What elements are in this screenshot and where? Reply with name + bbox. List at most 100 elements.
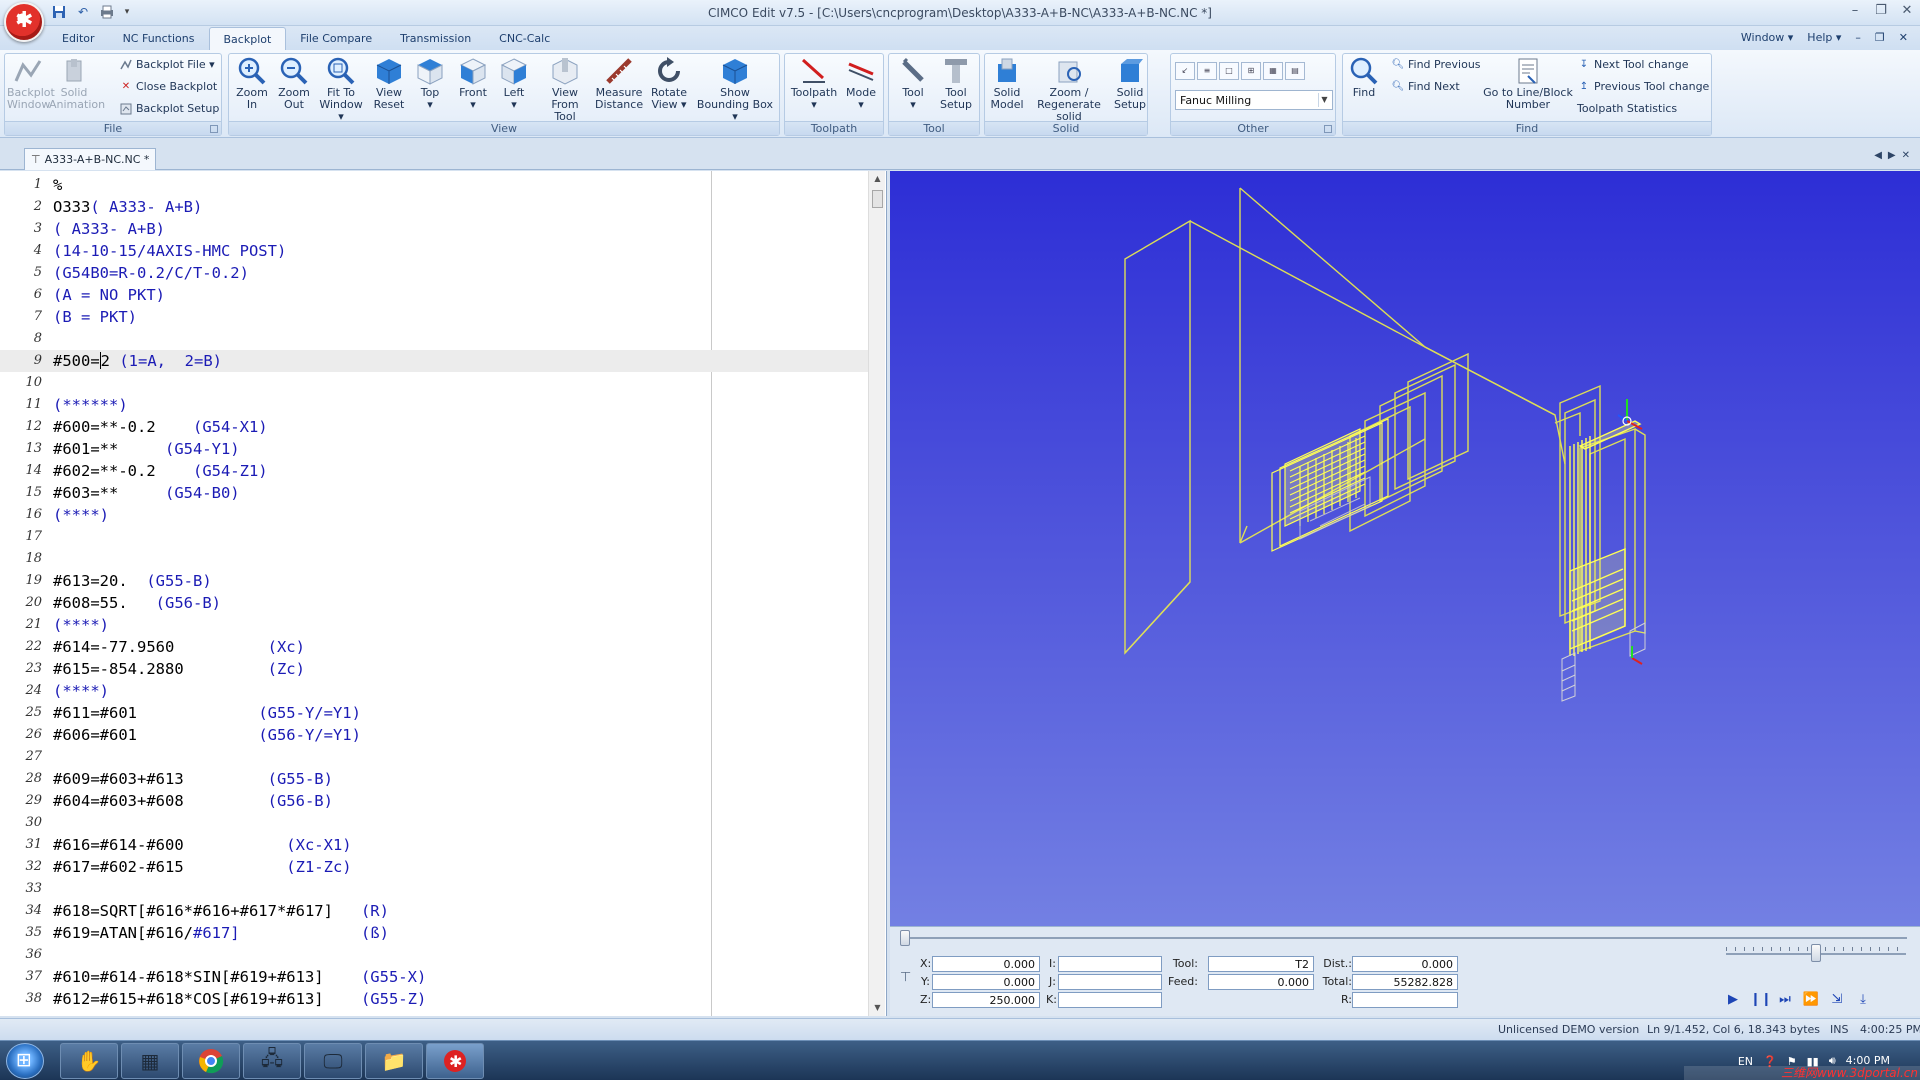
- editor-line[interactable]: 27: [0, 746, 868, 768]
- editor-vertical-scrollbar[interactable]: ▲ ▼: [868, 171, 885, 1016]
- editor-line[interactable]: 34 #618=SQRT[#616*#616+#617*#617] (R): [0, 900, 868, 922]
- zoom-in-button[interactable]: Zoom In: [233, 56, 271, 111]
- pause-icon[interactable]: ❙❙: [1750, 991, 1772, 1009]
- taskbar-network-icon[interactable]: 🖧: [243, 1043, 301, 1079]
- other-group-launcher[interactable]: [1324, 125, 1332, 133]
- taskbar-cimco-icon[interactable]: ✱: [426, 1043, 484, 1079]
- previous-tool-change-button[interactable]: ↥ Previous Tool change: [1577, 80, 1710, 93]
- editor-line[interactable]: 23 #615=-854.2880 (Zc): [0, 658, 868, 680]
- zoom-regenerate-solid-button[interactable]: Zoom / Regenerate solid: [1027, 56, 1111, 123]
- editor-line[interactable]: 28 #609=#603+#613 (G55-B): [0, 768, 868, 790]
- editor-line[interactable]: 14 #602=**-0.2 (G54-Z1): [0, 460, 868, 482]
- measure-distance-button[interactable]: Measure Distance: [595, 56, 643, 111]
- tab-transmission[interactable]: Transmission: [386, 27, 485, 50]
- tool-pin-icon[interactable]: ⊤: [900, 970, 916, 986]
- solid-model-button[interactable]: Solid Model: [989, 56, 1025, 111]
- taskbar-chrome-icon[interactable]: [182, 1043, 240, 1079]
- editor-line[interactable]: 2 O333( A333- A+B): [0, 196, 868, 218]
- editor-line[interactable]: 11 (******): [0, 394, 868, 416]
- editor-line[interactable]: 7 (B = PKT): [0, 306, 868, 328]
- editor-line[interactable]: 35 #619=ATAN[#616/#617] (ß): [0, 922, 868, 944]
- doc-restore-button[interactable]: ❐: [1875, 31, 1885, 44]
- view-from-tool-button[interactable]: View From Tool: [537, 56, 593, 123]
- customize-qat-icon[interactable]: ▾: [122, 4, 132, 20]
- editor-line[interactable]: 38 #612=#615+#618*COS[#619+#613] (G55-Z): [0, 988, 868, 1010]
- tab-cnc-calc[interactable]: CNC-Calc: [485, 27, 564, 50]
- start-button[interactable]: [6, 1043, 44, 1079]
- editor-line[interactable]: 17: [0, 526, 868, 548]
- taskbar-monitor-icon[interactable]: 🖵: [304, 1043, 362, 1079]
- nc-code-editor[interactable]: 1% 2 O333( A333- A+B) 3( A333- A+B) 4 (14-10-…: [0, 171, 887, 1016]
- doc-minimize-button[interactable]: –: [1855, 31, 1861, 44]
- close-backplot-button[interactable]: ✕ Close Backplot: [119, 80, 217, 93]
- toolpath-statistics-button[interactable]: Toolpath Statistics: [1577, 102, 1677, 115]
- step-forward-icon[interactable]: ⏭: [1776, 991, 1794, 1009]
- rotate-view-button[interactable]: Rotate View ▾: [647, 56, 691, 111]
- find-button[interactable]: Find: [1347, 56, 1381, 99]
- tab-nc-functions[interactable]: NC Functions: [109, 27, 209, 50]
- maximize-button[interactable]: ❐: [1874, 3, 1888, 18]
- editor-line[interactable]: 21 (****): [0, 614, 868, 636]
- editor-line[interactable]: 32 #617=#602-#615 (Z1-Zc): [0, 856, 868, 878]
- play-icon[interactable]: ▶: [1724, 991, 1742, 1009]
- scrollbar-thumb[interactable]: [872, 190, 883, 208]
- speed-slider[interactable]: [1811, 944, 1821, 962]
- editor-line[interactable]: 15 #603=** (G54-B0): [0, 482, 868, 504]
- editor-line[interactable]: 22 #614=-77.9560 (Xc): [0, 636, 868, 658]
- editor-line[interactable]: 16 (****): [0, 504, 868, 526]
- step-z-icon[interactable]: ⇲: [1828, 991, 1846, 1009]
- view-reset-button[interactable]: View Reset: [369, 56, 409, 111]
- fit-to-window-button[interactable]: Fit To Window ▾: [315, 56, 367, 123]
- tool-button[interactable]: Tool ▾: [893, 56, 933, 111]
- other-tool-3-icon[interactable]: □: [1219, 62, 1239, 80]
- editor-line[interactable]: 8: [0, 328, 868, 350]
- close-button[interactable]: ✕: [1900, 3, 1914, 18]
- tab-close-icon[interactable]: ✕: [1902, 150, 1910, 161]
- find-previous-button[interactable]: 🔍︎ Find Previous: [1391, 58, 1481, 71]
- zoom-out-button[interactable]: Zoom Out: [275, 56, 313, 111]
- other-tool-4-icon[interactable]: ⊞: [1241, 62, 1261, 80]
- machine-select[interactable]: Fanuc Milling ▼: [1175, 90, 1333, 110]
- editor-line[interactable]: 12 #600=**-0.2 (G54-X1): [0, 416, 868, 438]
- taskbar-folder-icon[interactable]: 📁: [365, 1043, 423, 1079]
- editor-line[interactable]: 1%: [0, 174, 868, 196]
- next-tool-change-button[interactable]: ↧ Next Tool change: [1577, 58, 1689, 71]
- backplot-window-button[interactable]: Backplot Window: [7, 56, 55, 111]
- solid-setup-button[interactable]: Solid Setup: [1113, 56, 1147, 111]
- editor-line[interactable]: 24 (****): [0, 680, 868, 702]
- backplot-viewport[interactable]: [890, 171, 1920, 926]
- tab-file-compare[interactable]: File Compare: [286, 27, 386, 50]
- goto-line-button[interactable]: Go to Line/Block Number: [1483, 56, 1573, 111]
- app-menu-button[interactable]: [4, 2, 44, 42]
- editor-line[interactable]: 31 #616=#614-#600 (Xc-X1): [0, 834, 868, 856]
- save-icon[interactable]: [50, 4, 68, 20]
- other-tool-6-icon[interactable]: ▤: [1285, 62, 1305, 80]
- tool-setup-button[interactable]: Tool Setup: [935, 56, 977, 111]
- other-tool-5-icon[interactable]: ▦: [1263, 62, 1283, 80]
- editor-line[interactable]: 33: [0, 878, 868, 900]
- scroll-up-icon[interactable]: ▲: [869, 171, 886, 187]
- editor-line[interactable]: 29 #604=#603+#608 (G56-B): [0, 790, 868, 812]
- view-front-button[interactable]: Front ▾: [453, 56, 493, 111]
- editor-line[interactable]: 30: [0, 812, 868, 834]
- view-top-button[interactable]: Top ▾: [411, 56, 449, 111]
- editor-line[interactable]: 20 #608=55. (G56-B): [0, 592, 868, 614]
- fast-forward-icon[interactable]: ⏩: [1802, 991, 1820, 1009]
- taskbar-app-cam-icon[interactable]: ✋: [60, 1043, 118, 1079]
- simulation-position-track[interactable]: [902, 937, 1907, 939]
- show-bounding-box-button[interactable]: Show Bounding Box ▾: [693, 56, 777, 123]
- document-tab[interactable]: ⊤ A333-A+B-NC.NC *: [24, 148, 157, 170]
- file-group-launcher[interactable]: [210, 125, 218, 133]
- editor-line[interactable]: 37 #610=#614-#618*SIN[#619+#613] (G55-X): [0, 966, 868, 988]
- other-tool-1-icon[interactable]: ↙: [1175, 62, 1195, 80]
- print-icon[interactable]: [98, 4, 116, 20]
- find-next-button[interactable]: 🔍︎ Find Next: [1391, 80, 1460, 93]
- doc-close-button[interactable]: ✕: [1899, 31, 1908, 44]
- tab-scroll-right-icon[interactable]: ▶: [1888, 150, 1896, 161]
- editor-line[interactable]: 18: [0, 548, 868, 570]
- stop-at-end-icon[interactable]: ⤓: [1854, 991, 1872, 1009]
- solid-animation-button[interactable]: Solid Animation: [49, 56, 105, 111]
- editor-line[interactable]: 10: [0, 372, 868, 394]
- window-menu[interactable]: Window ▾: [1741, 31, 1793, 44]
- editor-line[interactable]: 25 #611=#601 (G55-Y/=Y1): [0, 702, 868, 724]
